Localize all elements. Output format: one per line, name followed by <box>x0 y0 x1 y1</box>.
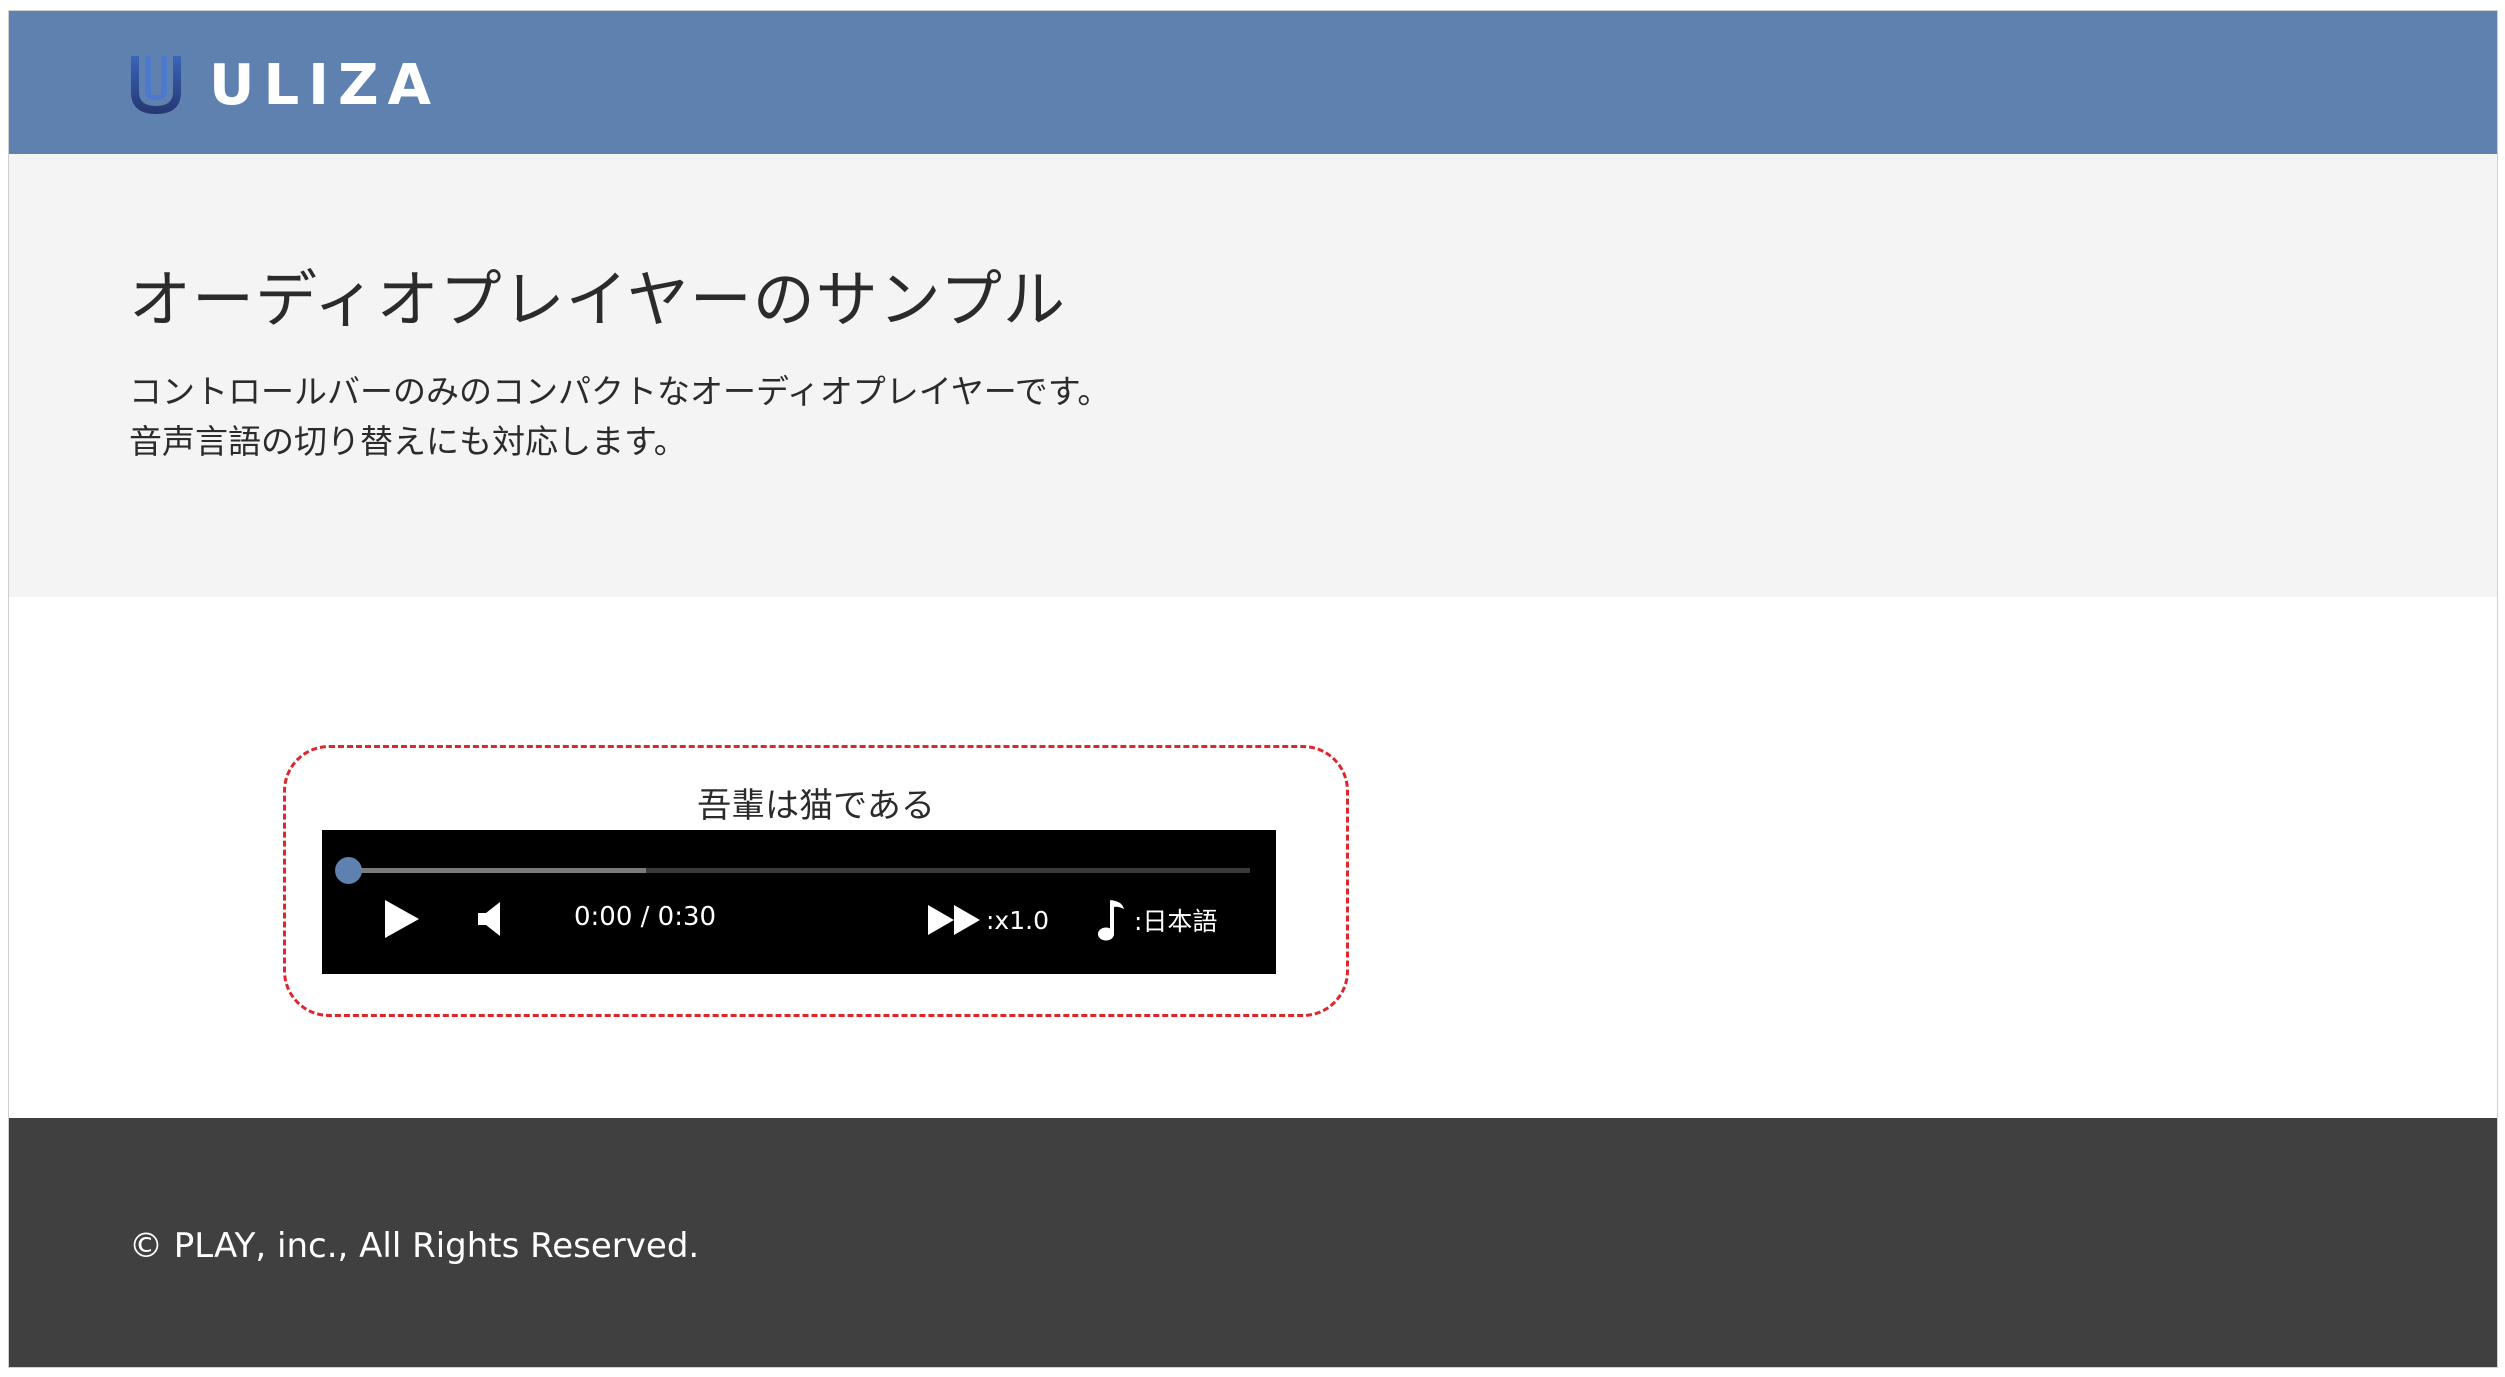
page-title: オーディオプレイヤーのサンプル <box>129 263 1066 336</box>
seek-buffered-range <box>348 868 646 873</box>
site-header: ULIZA <box>9 11 2497 154</box>
description-line-1: コントロールバーのみのコンパクトなオーディオプレイヤーです。 <box>129 372 1111 411</box>
volume-button[interactable] <box>472 898 508 940</box>
playback-rate-label: :x1.0 <box>986 905 1049 935</box>
logo-text: ULIZA <box>209 52 440 118</box>
description-line-2: 音声言語の切り替えにも対応します。 <box>129 422 687 461</box>
volume-icon <box>478 902 500 936</box>
fast-forward-icon <box>928 905 980 935</box>
audio-language-label: :日本語 <box>1134 907 1218 936</box>
uliza-logo-icon <box>131 56 181 114</box>
time-display: 0:00 / 0:30 <box>574 902 717 932</box>
site-footer: © PLAY, inc., All Rights Reserved. <box>9 1118 2497 1367</box>
page-top-margin <box>0 0 2505 10</box>
seek-thumb[interactable] <box>335 857 362 884</box>
page-frame: ULIZA オーディオプレイヤーのサンプル コントロールバーのみのコンパクトなオ… <box>8 10 2498 1368</box>
play-icon <box>385 900 419 938</box>
audio-language-button[interactable]: :日本語 <box>1096 896 1217 944</box>
player-highlight-box: 吾輩は猫である 0:00 / 0:30:x1.0:日本語 <box>283 745 1349 1017</box>
play-button[interactable] <box>378 896 424 942</box>
seek-bar[interactable] <box>335 857 1250 884</box>
copyright-text: © PLAY, inc., All Rights Reserved. <box>129 1226 700 1266</box>
music-note-icon <box>1098 900 1124 941</box>
page-description: コントロールバーのみのコンパクトなオーディオプレイヤーです。 音声言語の切り替え… <box>129 367 1110 467</box>
track-title: 吾輩は猫である <box>697 786 935 826</box>
playback-rate-button[interactable]: :x1.0 <box>926 900 1049 940</box>
audio-player-controlbar: 0:00 / 0:30 :x1.0 :日本語 <box>322 830 1276 974</box>
uliza-logo[interactable]: ULIZA <box>127 49 440 121</box>
hero-section: オーディオプレイヤーのサンプル コントロールバーのみのコンパクトなオーディオプレ… <box>9 154 2497 597</box>
